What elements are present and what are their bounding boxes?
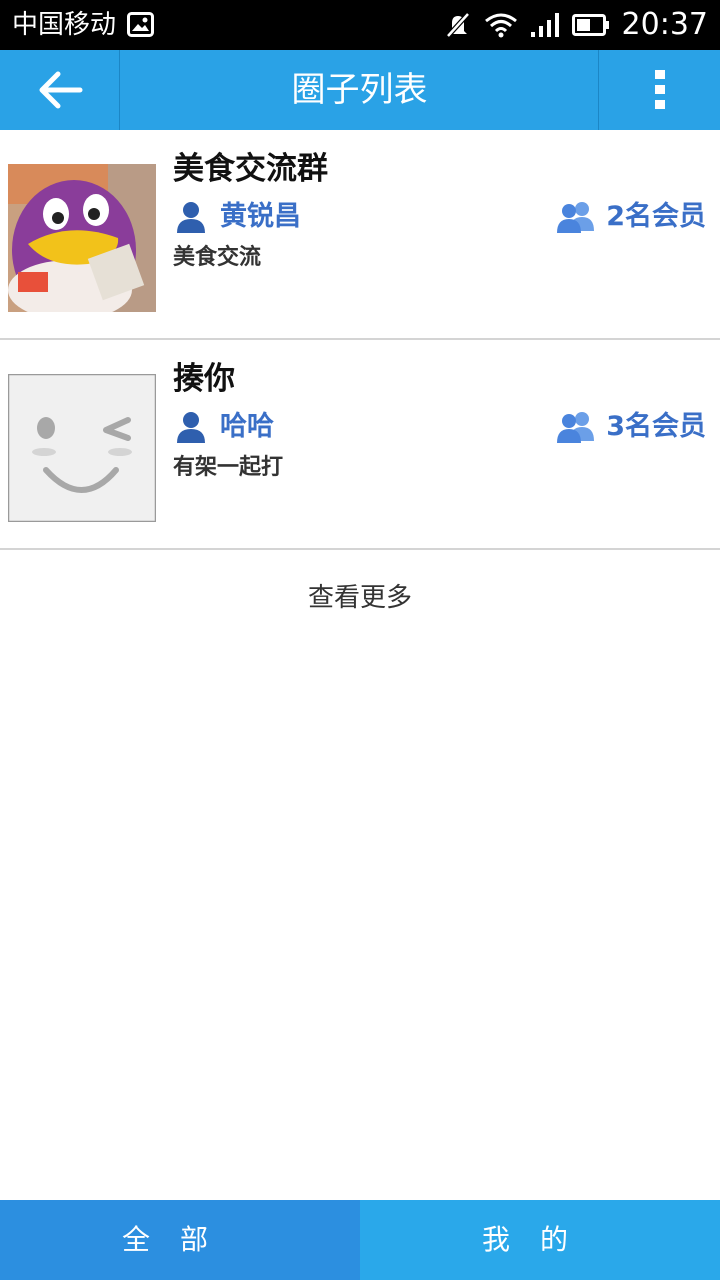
member-count: 3名会员 (556, 406, 706, 448)
battery-icon (571, 14, 609, 36)
owner-name: 哈哈 (220, 411, 274, 442)
title-bar: 圈子列表 (0, 50, 720, 130)
member-count-text: 2名会员 (606, 201, 706, 232)
overflow-menu-icon (654, 70, 665, 109)
member-count-text: 3名会员 (606, 411, 706, 442)
circle-name: 揍你 (173, 361, 235, 397)
member-count: 2名会员 (556, 196, 706, 238)
circle-name: 美食交流群 (173, 151, 328, 187)
circle-description: 有架一起打 (173, 455, 284, 480)
circle-owner: 黄锐昌 (176, 196, 301, 238)
circle-item[interactable]: 美食交流群 黄锐昌 2名会员 美食交流 (0, 130, 720, 340)
wink-face-placeholder (8, 374, 156, 522)
owner-name: 黄锐昌 (220, 201, 301, 232)
signal-icon (530, 13, 559, 37)
circle-item[interactable]: 揍你 哈哈 3名会员 有架一起打 (0, 340, 720, 550)
load-more-button[interactable]: 查看更多 (0, 550, 720, 646)
tab-all[interactable]: 全部 (0, 1200, 360, 1280)
circle-description: 美食交流 (173, 245, 262, 270)
back-arrow-icon (39, 71, 82, 109)
circle-list: 美食交流群 黄锐昌 2名会员 美食交流 揍你 哈哈 3名会员 有架一起打 查看更… (0, 130, 720, 646)
status-bar: 中国移动 20:37 (0, 0, 720, 50)
overflow-menu-button[interactable] (598, 50, 720, 130)
circle-thumbnail (8, 164, 156, 312)
circle-owner: 哈哈 (176, 406, 274, 448)
carrier-name: 中国移动 (12, 10, 117, 40)
bottom-tab-bar: 全部 我的 (0, 1200, 720, 1280)
group-icon (557, 202, 595, 233)
mute-icon (445, 12, 470, 38)
group-icon (557, 412, 595, 443)
tab-mine[interactable]: 我的 (360, 1200, 720, 1280)
person-icon (177, 202, 205, 233)
gallery-icon (127, 12, 154, 37)
page-title: 圈子列表 (291, 70, 428, 110)
clock: 20:37 (621, 7, 708, 42)
circle-thumbnail (8, 374, 156, 522)
penguin-photo (8, 164, 156, 312)
back-button[interactable] (0, 50, 120, 130)
person-icon (177, 412, 205, 443)
wifi-icon (484, 13, 517, 38)
